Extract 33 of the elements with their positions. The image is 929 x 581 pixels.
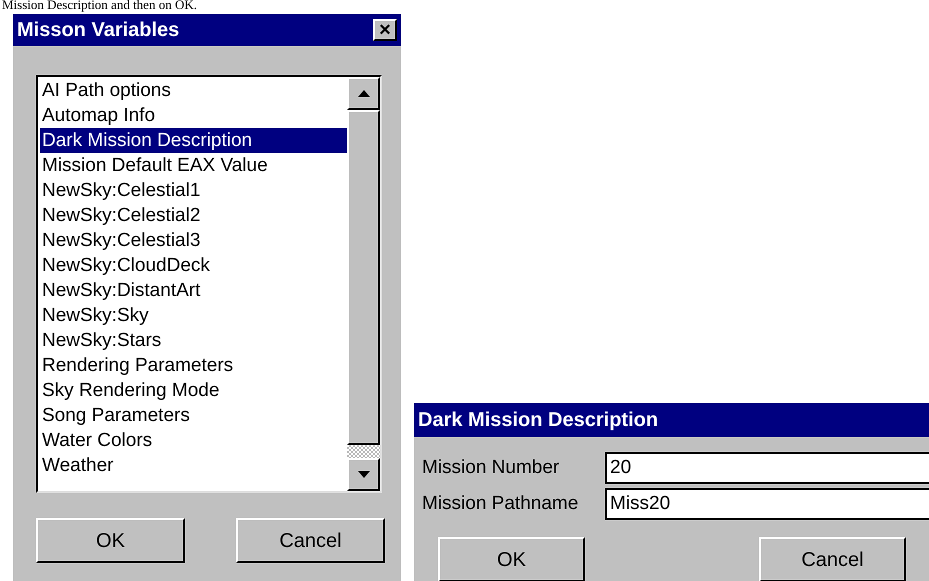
list-item[interactable]: Water Colors [40, 428, 347, 453]
dialog-button[interactable]: OK [438, 537, 585, 581]
dialog-button[interactable]: Cancel [759, 537, 906, 581]
list-item[interactable]: NewSky:Celestial1 [40, 178, 347, 203]
list-item[interactable]: Mission Default EAX Value [40, 153, 347, 178]
window-title: Dark Mission Description [418, 408, 658, 433]
list-item[interactable]: Dark Mission Description [40, 128, 347, 153]
text-field[interactable]: Miss20 [605, 488, 929, 520]
scroll-up-button[interactable] [347, 77, 380, 110]
list-item[interactable]: AI Path options [40, 78, 347, 103]
list-item[interactable]: Weather [40, 453, 347, 478]
list-item[interactable]: NewSky:DistantArt [40, 278, 347, 303]
document-text: Mission Description and then on OK. [2, 0, 197, 12]
list-item[interactable]: NewSky:Celestial3 [40, 228, 347, 253]
list-item[interactable]: NewSky:CloudDeck [40, 253, 347, 278]
down-arrow-icon [358, 471, 370, 478]
list-item[interactable]: NewSky:Stars [40, 328, 347, 353]
text-field[interactable]: 20 [605, 452, 929, 484]
list-item[interactable]: Sky Rendering Mode [40, 378, 347, 403]
list-item[interactable]: NewSky:Sky [40, 303, 347, 328]
list-item[interactable]: Rendering Parameters [40, 353, 347, 378]
list-item[interactable]: Automap Info [40, 103, 347, 128]
dialog-button[interactable]: OK [36, 518, 185, 563]
window-title: Misson Variables [17, 18, 180, 43]
dialog-button[interactable]: Cancel [236, 518, 385, 563]
close-button[interactable]: × [373, 19, 397, 41]
field-label: Mission Pathname [422, 492, 580, 516]
list-item[interactable]: NewSky:Celestial2 [40, 203, 347, 228]
scroll-down-button[interactable] [347, 458, 380, 491]
list-item[interactable]: Song Parameters [40, 403, 347, 428]
scrollbar[interactable] [347, 77, 380, 491]
field-label: Mission Number [422, 456, 560, 480]
up-arrow-icon [358, 90, 370, 97]
